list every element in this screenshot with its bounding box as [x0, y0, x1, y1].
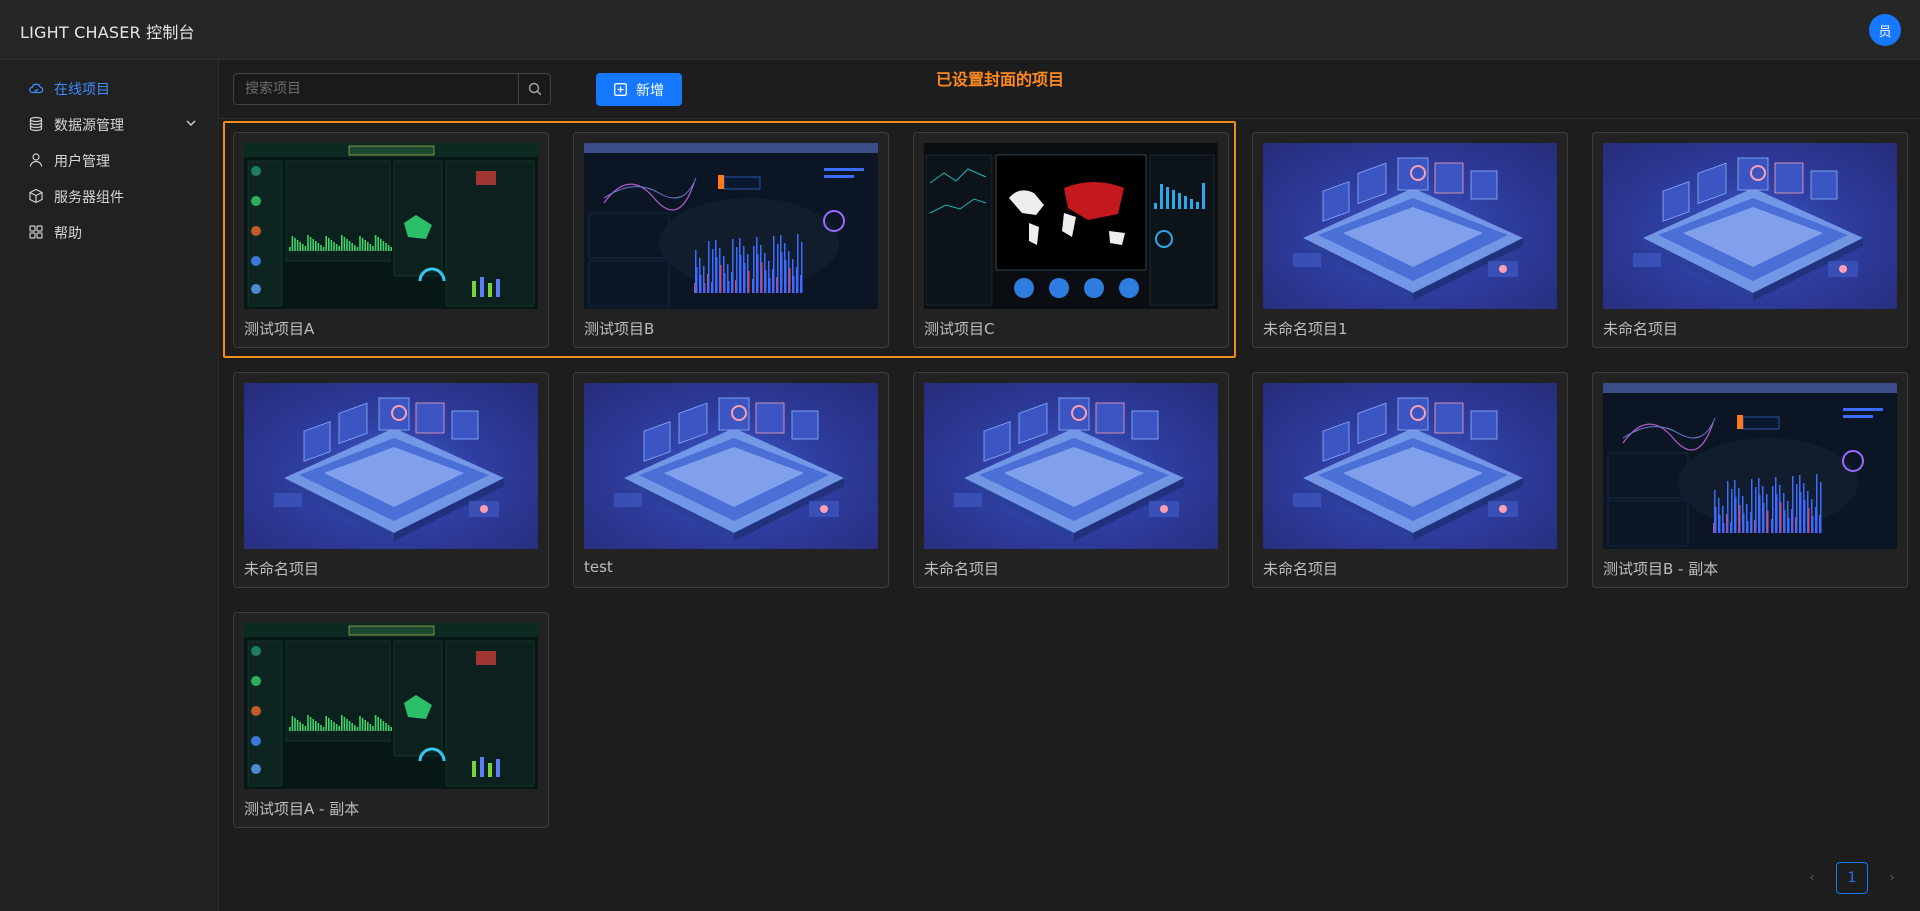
top-bar: LIGHT CHASER 控制台 员 [0, 0, 1920, 60]
sidebar-item-label: 帮助 [54, 226, 82, 242]
project-cover-thumbnail [244, 383, 538, 549]
next-page-button[interactable]: › [1882, 868, 1902, 888]
project-card[interactable]: 未命名项目 [913, 372, 1229, 588]
project-card[interactable]: 未命名项目 [1592, 132, 1908, 348]
cube-icon [29, 188, 43, 204]
database-icon [29, 116, 43, 132]
project-cover-thumbnail [244, 623, 538, 789]
sidebar-item-online-projects[interactable]: 在线项目 [0, 68, 219, 108]
project-name: 测试项目A [244, 320, 315, 338]
project-card[interactable]: 测试项目A - 副本 [233, 612, 549, 828]
project-cover-thumbnail [1263, 143, 1557, 309]
user-avatar[interactable]: 员 [1869, 14, 1901, 46]
project-cover-thumbnail [924, 383, 1218, 549]
project-card[interactable]: 未命名项目 [233, 372, 549, 588]
project-card[interactable]: 测试项目A [233, 132, 549, 348]
project-card[interactable]: test [573, 372, 889, 588]
project-name: 测试项目A - 副本 [244, 800, 360, 818]
project-card[interactable]: 测试项目C [913, 132, 1229, 348]
search-icon [528, 82, 541, 96]
search-button[interactable] [518, 74, 550, 104]
project-cover-thumbnail [584, 383, 878, 549]
project-cover-thumbnail [244, 143, 538, 309]
project-cover-thumbnail [1603, 143, 1897, 309]
project-cover-thumbnail [924, 143, 1218, 309]
project-name: 未命名项目 [1263, 560, 1339, 578]
project-name: 未命名项目 [924, 560, 1000, 578]
project-name: 未命名项目1 [1263, 320, 1348, 338]
sidebar-item-label: 服务器组件 [54, 190, 124, 206]
project-card[interactable]: 未命名项目1 [1252, 132, 1568, 348]
sidebar-item-help[interactable]: 帮助 [0, 212, 219, 252]
project-name: test [584, 558, 613, 576]
plus-square-icon [614, 83, 627, 96]
project-name: 测试项目C [924, 320, 995, 338]
sidebar-item-datasource[interactable]: 数据源管理 [0, 104, 219, 144]
app-title: LIGHT CHASER 控制台 [20, 23, 195, 42]
sidebar-item-users[interactable]: 用户管理 [0, 140, 219, 180]
search-box [233, 73, 551, 105]
project-card[interactable]: 测试项目B [573, 132, 889, 348]
sidebar: 在线项目 数据源管理 用户管理 服务器组件 帮助 [0, 60, 219, 911]
add-project-button[interactable]: 新增 [596, 73, 682, 106]
project-name: 未命名项目 [1603, 320, 1679, 338]
page-number-button[interactable]: 1 [1836, 862, 1868, 894]
project-cover-thumbnail [1263, 383, 1557, 549]
project-name: 未命名项目 [244, 560, 320, 578]
pagination: ‹ 1 › [1802, 862, 1902, 894]
sidebar-item-label: 用户管理 [54, 154, 110, 170]
project-card[interactable]: 测试项目B - 副本 [1592, 372, 1908, 588]
grid-icon [29, 225, 43, 239]
cover-annotation: 已设置封面的项目 [936, 70, 1065, 89]
prev-page-button[interactable]: ‹ [1802, 868, 1822, 888]
project-name: 测试项目B - 副本 [1603, 560, 1719, 578]
project-cover-thumbnail [584, 143, 878, 309]
sidebar-item-label: 在线项目 [54, 82, 110, 98]
sidebar-item-server-components[interactable]: 服务器组件 [0, 176, 219, 216]
project-card[interactable]: 未命名项目 [1252, 372, 1568, 588]
divider [220, 118, 1920, 119]
main-content: 新增 已设置封面的项目 测试项目A测试项目B测试项目C未命名项目1未命名项目未命… [220, 60, 1920, 911]
chevron-down-icon [186, 120, 196, 127]
sidebar-item-label: 数据源管理 [54, 118, 124, 134]
project-cover-thumbnail [1603, 383, 1897, 549]
project-name: 测试项目B [584, 320, 655, 338]
search-input[interactable] [234, 74, 518, 104]
user-icon [29, 153, 43, 167]
add-button-label: 新增 [636, 81, 664, 98]
cloud-icon [29, 83, 44, 94]
